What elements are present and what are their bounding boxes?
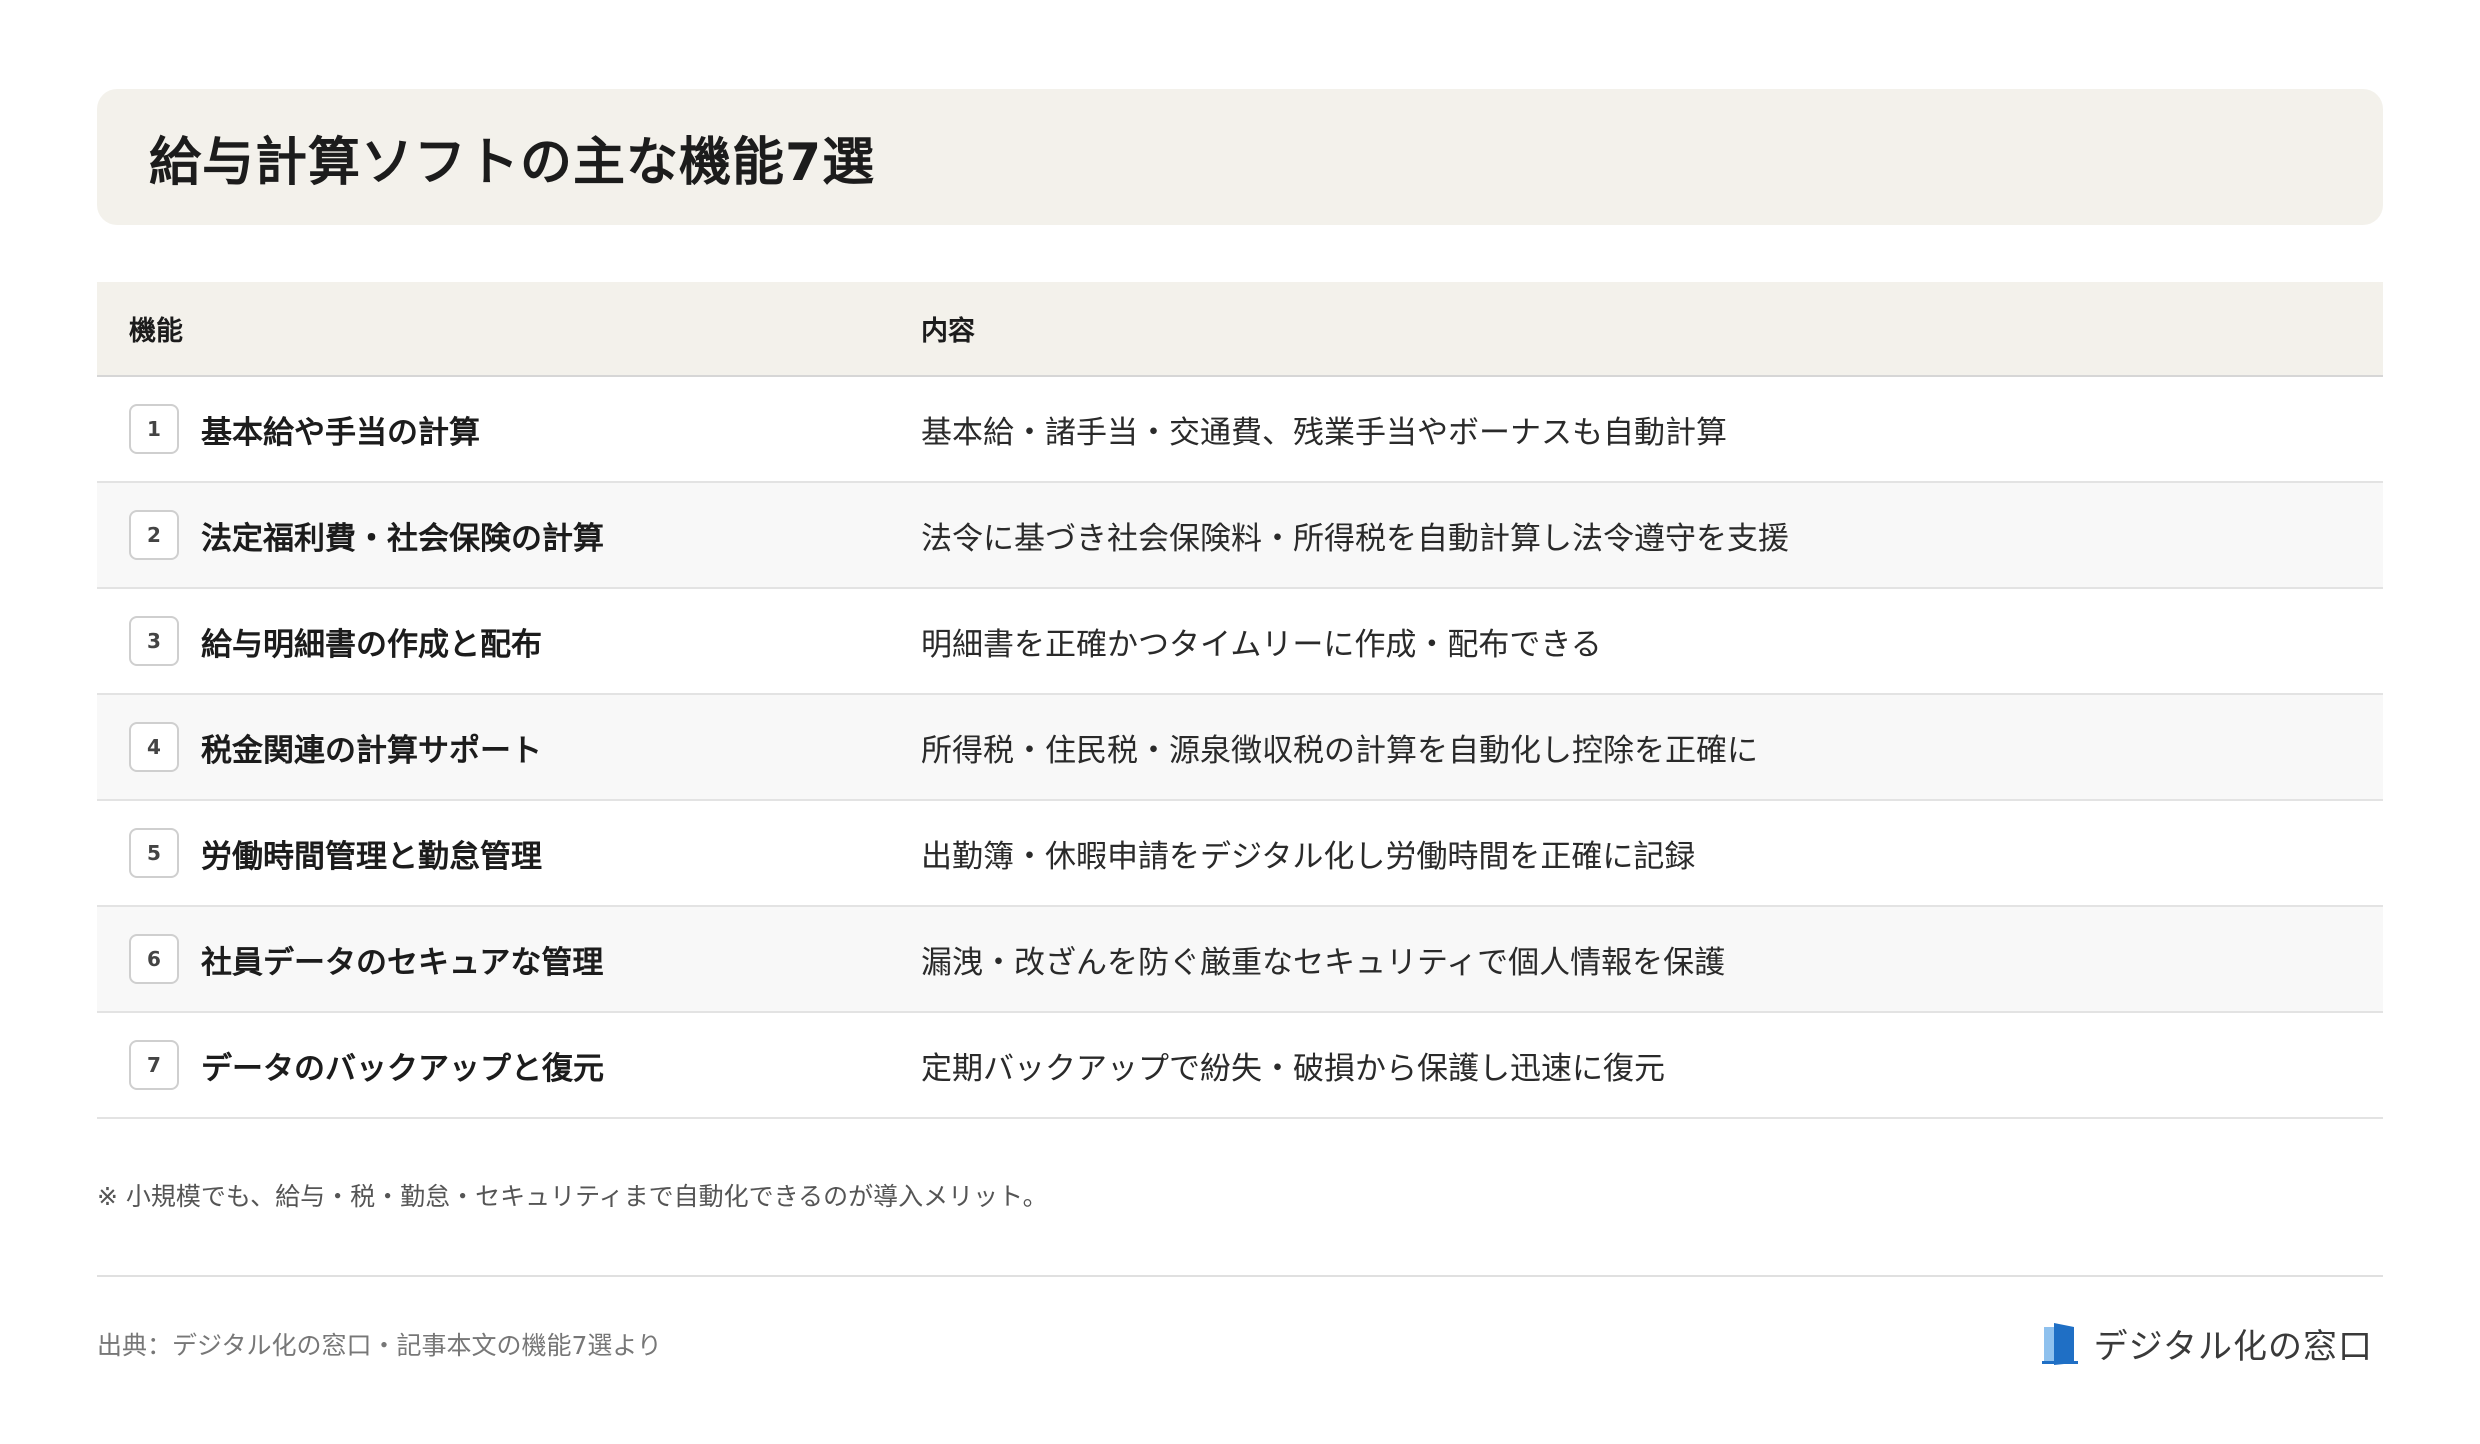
number-badge: 3	[129, 616, 179, 666]
content-cell: 漏洩・改ざんを防ぐ厳重なセキュリティで個人情報を保護	[921, 944, 1726, 981]
table-row: 7 データのバックアップと復元 定期バックアップで紛失・破損から保護し迅速に復元	[97, 1013, 2383, 1119]
feature-cell: 5 労働時間管理と勤怠管理	[97, 828, 921, 878]
feature-cell: 6 社員データのセキュアな管理	[97, 934, 921, 984]
number-badge: 2	[129, 510, 179, 560]
footer: 出典：デジタル化の窓口・記事本文の機能7選より デジタル化の窓口	[97, 1319, 2383, 1368]
feature-name: データのバックアップと復元	[201, 1050, 604, 1087]
number-badge: 6	[129, 934, 179, 984]
footer-divider	[97, 1275, 2383, 1277]
number-badge: 7	[129, 1040, 179, 1090]
number-badge: 5	[129, 828, 179, 878]
table-row: 2 法定福利費・社会保険の計算 法令に基づき社会保険料・所得税を自動計算し法令遵…	[97, 483, 2383, 589]
feature-cell: 3 給与明細書の作成と配布	[97, 616, 921, 666]
header-feature: 機能	[129, 316, 183, 347]
footnote: ※ 小規模でも、給与・税・勤怠・セキュリティまで自動化できるのが導入メリット。	[97, 1182, 1048, 1211]
feature-name: 社員データのセキュアな管理	[201, 944, 604, 981]
brand[interactable]: デジタル化の窓口	[2040, 1319, 2373, 1368]
title-box: 給与計算ソフトの主な機能7選	[97, 89, 2383, 225]
content-cell: 定期バックアップで紛失・破損から保護し迅速に復元	[921, 1050, 1665, 1087]
content-cell: 基本給・諸手当・交通費、残業手当やボーナスも自動計算	[921, 414, 1727, 451]
table-row: 5 労働時間管理と勤怠管理 出勤簿・休暇申請をデジタル化し労働時間を正確に記録	[97, 801, 2383, 907]
brand-name: デジタル化の窓口	[2093, 1327, 2373, 1367]
header-content: 内容	[921, 316, 975, 347]
feature-name: 法定福利費・社会保険の計算	[201, 520, 604, 557]
page-title: 給与計算ソフトの主な機能7選	[149, 132, 876, 193]
feature-table: 機能 内容 1 基本給や手当の計算 基本給・諸手当・交通費、残業手当やボーナスも…	[97, 282, 2383, 1119]
table-row: 4 税金関連の計算サポート 所得税・住民税・源泉徴収税の計算を自動化し控除を正確…	[97, 695, 2383, 801]
feature-cell: 4 税金関連の計算サポート	[97, 722, 921, 772]
feature-name: 基本給や手当の計算	[201, 414, 480, 451]
feature-name: 労働時間管理と勤怠管理	[201, 838, 542, 875]
table-row: 3 給与明細書の作成と配布 明細書を正確かつタイムリーに作成・配布できる	[97, 589, 2383, 695]
number-badge: 4	[129, 722, 179, 772]
source-credit: 出典：デジタル化の窓口・記事本文の機能7選より	[97, 1330, 662, 1360]
feature-cell: 1 基本給や手当の計算	[97, 404, 921, 454]
content-cell: 所得税・住民税・源泉徴収税の計算を自動化し控除を正確に	[921, 732, 1758, 769]
feature-cell: 2 法定福利費・社会保険の計算	[97, 510, 921, 560]
table-row: 1 基本給や手当の計算 基本給・諸手当・交通費、残業手当やボーナスも自動計算	[97, 377, 2383, 483]
table-row: 6 社員データのセキュアな管理 漏洩・改ざんを防ぐ厳重なセキュリティで個人情報を…	[97, 907, 2383, 1013]
feature-cell: 7 データのバックアップと復元	[97, 1040, 921, 1090]
number-badge: 1	[129, 404, 179, 454]
page: 給与計算ソフトの主な機能7選 機能 内容 1 基本給や手当の計算 基本給・諸手当…	[97, 89, 2383, 1368]
feature-name: 給与明細書の作成と配布	[201, 626, 542, 663]
content-cell: 明細書を正確かつタイムリーに作成・配布できる	[921, 626, 1602, 663]
door-logo-icon	[2041, 1322, 2078, 1365]
content-cell: 出勤簿・休暇申請をデジタル化し労働時間を正確に記録	[921, 838, 1696, 875]
content-cell: 法令に基づき社会保険料・所得税を自動計算し法令遵守を支援	[921, 520, 1789, 557]
feature-name: 税金関連の計算サポート	[201, 732, 542, 769]
table-header: 機能 内容	[97, 282, 2383, 377]
